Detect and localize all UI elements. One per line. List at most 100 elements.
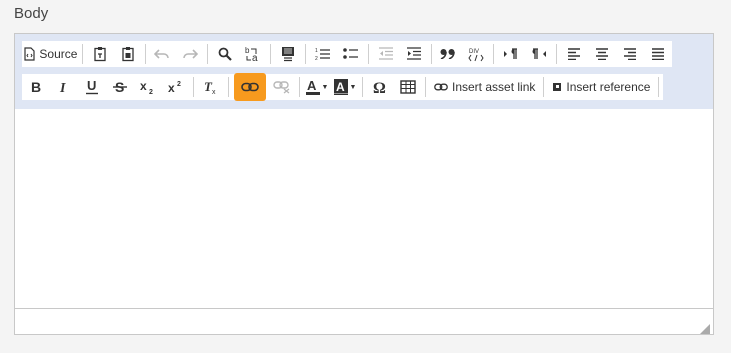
superscript-button[interactable]: x2 [164, 75, 188, 99]
paste-text-icon [93, 46, 107, 62]
insert-asset-link-button[interactable]: Insert asset link [431, 75, 538, 99]
increase-indent-icon [406, 47, 422, 61]
redo-icon [182, 48, 199, 60]
underline-icon: U [85, 79, 99, 95]
align-left-icon [567, 48, 581, 60]
increase-indent-button[interactable] [402, 42, 426, 66]
paste-text-button[interactable] [88, 42, 112, 66]
text-color-button[interactable]: A ▼ [305, 75, 329, 99]
svg-text:2: 2 [149, 89, 153, 95]
unlink-button[interactable] [270, 75, 294, 99]
ltr-button[interactable] [499, 42, 523, 66]
strikethrough-button[interactable]: S [108, 75, 132, 99]
separator [228, 77, 229, 97]
superscript-icon: x2 [168, 79, 184, 95]
align-center-button[interactable] [590, 42, 614, 66]
underline-button[interactable]: U [80, 75, 104, 99]
background-color-icon: A [333, 79, 348, 95]
svg-text:a: a [252, 53, 258, 63]
source-button[interactable]: Source [24, 42, 77, 66]
select-all-button[interactable] [276, 42, 300, 66]
remove-format-button[interactable]: Tx [199, 75, 223, 99]
decrease-indent-icon [378, 47, 394, 61]
separator [430, 44, 432, 64]
italic-button[interactable]: I [52, 75, 76, 99]
undo-button[interactable] [150, 42, 174, 66]
italic-icon: I [58, 80, 70, 94]
justify-icon [651, 48, 665, 60]
editor-content-area[interactable] [15, 109, 713, 309]
background-color-button[interactable]: A ▼ [333, 75, 357, 99]
separator [556, 44, 558, 64]
special-char-button[interactable]: Ω [368, 75, 392, 99]
align-left-button[interactable] [562, 42, 586, 66]
svg-text:Ω: Ω [373, 80, 386, 95]
link-icon [241, 81, 259, 93]
align-right-icon [623, 48, 637, 60]
select-all-icon [281, 46, 295, 62]
svg-text:b: b [245, 46, 250, 55]
rich-text-editor: Source b a 1 2 DIV B I U S x 2 x 2 T x A… [14, 33, 714, 335]
toolbar-row-2: B I U S x2 x 2 T x A ▼ A ▼ Ω Insert asse… [22, 73, 663, 101]
svg-text:x: x [140, 79, 147, 93]
separator [81, 44, 83, 64]
separator [299, 77, 300, 97]
rtl-button[interactable] [527, 42, 551, 66]
replace-button[interactable]: ba [241, 42, 265, 66]
bulleted-list-button[interactable] [339, 42, 363, 66]
svg-text:A: A [336, 80, 345, 94]
table-button[interactable] [396, 75, 420, 99]
blockquote-icon [440, 49, 456, 59]
subscript-button[interactable]: x2 [136, 75, 160, 99]
table-icon [400, 80, 416, 94]
separator [425, 77, 426, 97]
text-color-icon: A [305, 79, 320, 95]
strikethrough-icon: S [113, 79, 127, 95]
svg-text:2: 2 [177, 81, 181, 88]
field-label: Body [14, 5, 49, 22]
insert-reference-button[interactable]: Insert reference [549, 75, 653, 99]
find-icon [218, 47, 233, 61]
bold-icon: B [30, 80, 42, 94]
div-container-icon: DIV [468, 46, 485, 62]
svg-text:1: 1 [315, 48, 318, 54]
svg-text:A: A [307, 79, 317, 93]
separator [305, 44, 306, 64]
svg-text:U: U [87, 79, 96, 93]
svg-text:2: 2 [315, 56, 318, 61]
find-button[interactable] [213, 42, 237, 66]
justify-button[interactable] [646, 42, 670, 66]
remove-format-icon: Tx [203, 79, 219, 95]
align-right-button[interactable] [618, 42, 642, 66]
numbered-list-icon: 12 [315, 47, 331, 61]
insert-reference-label: Insert reference [566, 80, 651, 94]
link-button[interactable] [234, 73, 266, 101]
blockquote-button[interactable] [436, 42, 460, 66]
numbered-list-button[interactable]: 12 [311, 42, 335, 66]
svg-text:B: B [31, 80, 41, 94]
separator [367, 44, 369, 64]
unlink-icon [273, 80, 291, 94]
bulleted-list-icon [343, 47, 359, 61]
div-container-button[interactable]: DIV [464, 42, 488, 66]
toolbar: Source b a 1 2 DIV B I U S x 2 x 2 T x A… [15, 34, 713, 110]
bold-button[interactable]: B [24, 75, 48, 99]
rtl-icon [531, 48, 547, 60]
editor-status-bar [15, 308, 713, 334]
separator [207, 44, 209, 64]
separator [362, 77, 363, 97]
redo-button[interactable] [178, 42, 202, 66]
chevron-down-icon: ▼ [321, 83, 329, 91]
separator [543, 77, 545, 97]
subscript-icon: x2 [140, 79, 156, 95]
insert-asset-link-label: Insert asset link [452, 80, 536, 94]
paste-word-button[interactable] [116, 42, 140, 66]
separator [193, 77, 194, 97]
svg-text:x: x [168, 81, 175, 95]
resize-grip-icon[interactable] [700, 321, 710, 334]
reference-icon [552, 82, 562, 92]
svg-text:I: I [59, 81, 66, 94]
chevron-down-icon: ▼ [349, 83, 357, 91]
decrease-indent-button[interactable] [374, 42, 398, 66]
separator [144, 44, 146, 64]
